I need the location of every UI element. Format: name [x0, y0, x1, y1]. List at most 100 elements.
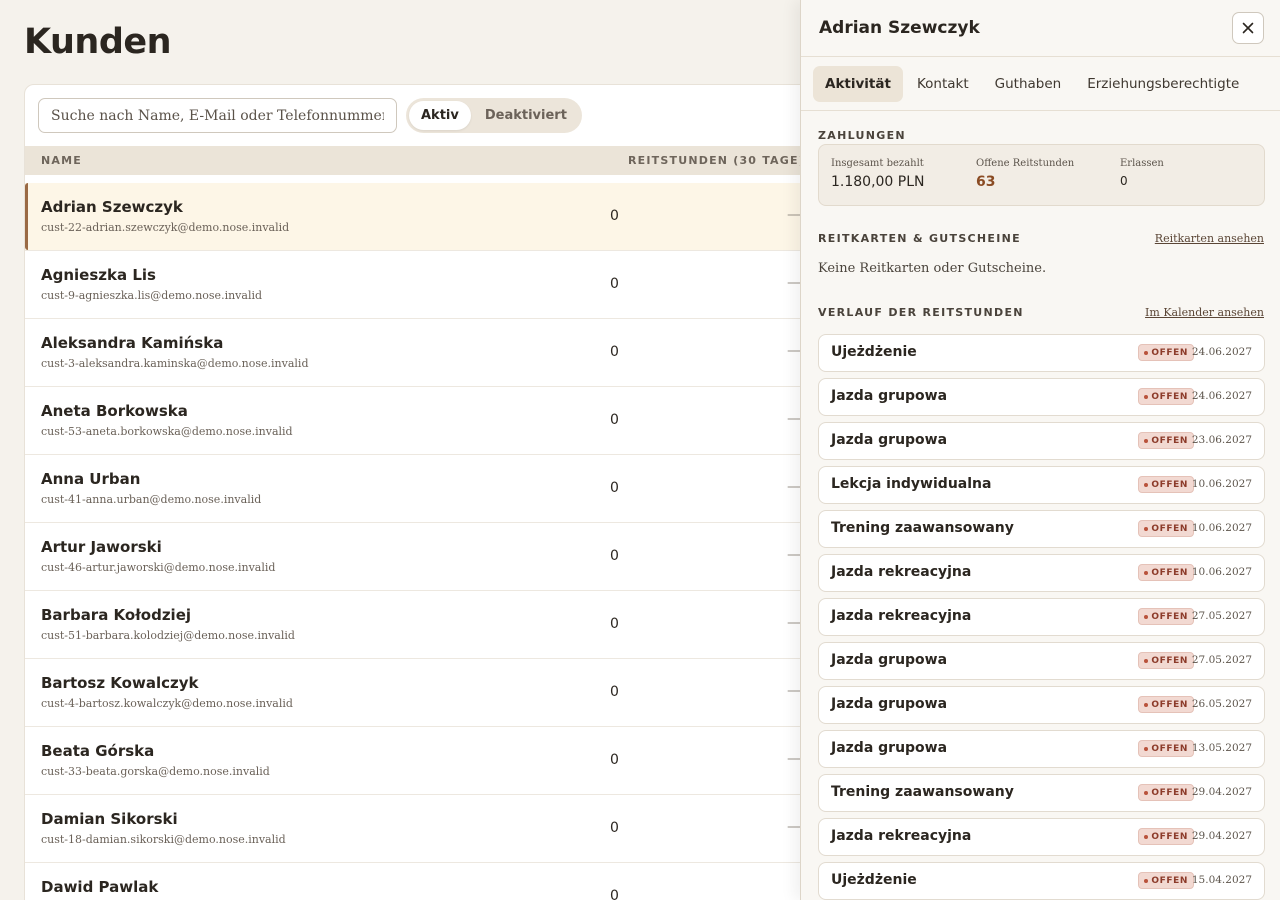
lesson-date: 27.05.2027	[1191, 610, 1252, 622]
customer-detail-drawer: Adrian Szewczyk Aktivität Kontakt Guthab…	[800, 0, 1280, 900]
table-row[interactable]: Bartosz Kowalczyk cust-4-bartosz.kowalczy…	[25, 659, 843, 727]
customer-email: cust-3-aleksandra.kaminska@demo.nose.inv…	[41, 357, 309, 370]
lesson-item[interactable]: Jazda rekreacyjna OFFEN 10.06.2027	[818, 554, 1265, 592]
page-title: Kunden	[24, 22, 172, 62]
close-button[interactable]	[1232, 12, 1264, 44]
lesson-date: 24.06.2027	[1191, 390, 1252, 402]
lesson-count: 0	[610, 276, 619, 292]
status-badge: OFFEN	[1138, 432, 1194, 449]
lesson-item[interactable]: Jazda rekreacyjna OFFEN 27.05.2027	[818, 598, 1265, 636]
customer-email: cust-53-aneta.borkowska@demo.nose.invali…	[41, 425, 293, 438]
status-badge-label: OFFEN	[1151, 523, 1188, 534]
lesson-name: Jazda grupowa	[831, 432, 948, 448]
drawer-title: Adrian Szewczyk	[819, 18, 980, 38]
lesson-item[interactable]: Ujeżdżenie OFFEN 15.04.2027	[818, 862, 1265, 900]
lesson-item[interactable]: Trening zaawansowany OFFEN 10.06.2027	[818, 510, 1265, 548]
status-dot-icon	[1144, 438, 1149, 443]
customer-name: Damian Sikorski	[41, 810, 178, 828]
tab-guardians[interactable]: Erziehungsberechtigte	[1075, 66, 1251, 102]
customer-name: Aleksandra Kamińska	[41, 334, 224, 352]
close-icon	[1242, 19, 1254, 38]
status-badge-label: OFFEN	[1151, 435, 1188, 446]
status-badge: OFFEN	[1138, 344, 1194, 361]
lesson-history-list: Ujeżdżenie OFFEN 24.06.2027 Jazda grupowa OF…	[818, 334, 1265, 900]
customer-name: Dawid Pawlak	[41, 878, 159, 896]
table-row[interactable]: Aleksandra Kamińska cust-3-aleksandra.kam…	[25, 319, 843, 387]
lesson-item[interactable]: Jazda grupowa OFFEN 23.06.2027	[818, 422, 1265, 460]
waived: Erlassen 0	[1120, 158, 1164, 188]
lesson-name: Lekcja indywidualna	[831, 476, 992, 492]
status-filter: Aktiv Deaktiviert	[406, 98, 582, 133]
open-lessons: Offene Reitstunden 63	[976, 158, 1074, 190]
status-badge-label: OFFEN	[1151, 743, 1188, 754]
lesson-item[interactable]: Ujeżdżenie OFFEN 24.06.2027	[818, 334, 1265, 372]
column-header-name[interactable]: NAME	[41, 154, 82, 167]
lesson-name: Trening zaawansowany	[831, 520, 1014, 536]
paid-total-value: 1.180,00 PLN	[831, 174, 925, 190]
status-badge-label: OFFEN	[1151, 655, 1188, 666]
status-dot-icon	[1144, 526, 1149, 531]
lesson-name: Ujeżdżenie	[831, 344, 917, 360]
waived-value: 0	[1120, 174, 1128, 188]
lesson-date: 23.06.2027	[1191, 434, 1252, 446]
lesson-item[interactable]: Jazda grupowa OFFEN 13.05.2027	[818, 730, 1265, 768]
lesson-count: 0	[610, 752, 619, 768]
status-badge-label: OFFEN	[1151, 347, 1188, 358]
view-calendar-link[interactable]: Im Kalender ansehen	[1145, 306, 1264, 319]
customer-name: Anna Urban	[41, 470, 141, 488]
table-row[interactable]: Artur Jaworski cust-46-artur.jaworski@dem…	[25, 523, 843, 591]
lesson-item[interactable]: Jazda grupowa OFFEN 24.06.2027	[818, 378, 1265, 416]
filter-active-button[interactable]: Aktiv	[409, 101, 471, 130]
lesson-name: Ujeżdżenie	[831, 872, 917, 888]
lesson-item[interactable]: Jazda grupowa OFFEN 27.05.2027	[818, 642, 1265, 680]
drawer-tabs: Aktivität Kontakt Guthaben Erziehungsber…	[801, 57, 1280, 111]
status-dot-icon	[1144, 614, 1149, 619]
lesson-name: Jazda grupowa	[831, 740, 948, 756]
status-dot-icon	[1144, 658, 1149, 663]
table-row[interactable]: Beata Górska cust-33-beata.gorska@demo.no…	[25, 727, 843, 795]
status-badge-label: OFFEN	[1151, 391, 1188, 402]
drawer-header: Adrian Szewczyk	[801, 0, 1280, 57]
tab-activity[interactable]: Aktivität	[813, 65, 903, 102]
lesson-name: Jazda rekreacyjna	[831, 828, 972, 844]
lesson-date: 27.05.2027	[1191, 654, 1252, 666]
column-header-lessons[interactable]: REITSTUNDEN (30 TAGE)	[628, 154, 805, 167]
table-row[interactable]: Barbara Kołodziej cust-51-barbara.kolodzi…	[25, 591, 843, 659]
table-row[interactable]: Anna Urban cust-41-anna.urban@demo.nose.i…	[25, 455, 843, 523]
status-badge-label: OFFEN	[1151, 875, 1188, 886]
status-badge-label: OFFEN	[1151, 479, 1188, 490]
row-extra-value: —	[787, 547, 801, 563]
lesson-item[interactable]: Jazda grupowa OFFEN 26.05.2027	[818, 686, 1265, 724]
status-badge: OFFEN	[1138, 828, 1194, 845]
table-row[interactable]: Aneta Borkowska cust-53-aneta.borkowska@d…	[25, 387, 843, 455]
customer-email: cust-4-bartosz.kowalczyk@demo.nose.inval…	[41, 697, 293, 710]
table-row[interactable]: Dawid Pawlak 0	[25, 863, 843, 900]
tab-credit[interactable]: Guthaben	[983, 66, 1074, 102]
status-dot-icon	[1144, 570, 1149, 575]
status-badge: OFFEN	[1138, 740, 1194, 757]
lesson-item[interactable]: Jazda rekreacyjna OFFEN 29.04.2027	[818, 818, 1265, 856]
lesson-item[interactable]: Lekcja indywidualna OFFEN 10.06.2027	[818, 466, 1265, 504]
lesson-item[interactable]: Trening zaawansowany OFFEN 29.04.2027	[818, 774, 1265, 812]
lesson-date: 29.04.2027	[1191, 830, 1252, 842]
tab-contact[interactable]: Kontakt	[905, 66, 981, 102]
table-row[interactable]: Damian Sikorski cust-18-damian.sikorski@d…	[25, 795, 843, 863]
status-badge: OFFEN	[1138, 652, 1194, 669]
row-extra-value: —	[787, 751, 801, 767]
table-row[interactable]: Adrian Szewczyk cust-22-adrian.szewczyk@d…	[25, 183, 843, 251]
lesson-date: 24.06.2027	[1191, 346, 1252, 358]
table-row[interactable]: Agnieszka Lis cust-9-agnieszka.lis@demo.n…	[25, 251, 843, 319]
status-badge-label: OFFEN	[1151, 567, 1188, 578]
customer-email: cust-22-adrian.szewczyk@demo.nose.invali…	[41, 221, 290, 234]
customer-name: Artur Jaworski	[41, 538, 162, 556]
passes-heading: REITKARTEN & GUTSCHEINE	[818, 232, 1021, 245]
search-input[interactable]	[38, 98, 397, 133]
open-lessons-label: Offene Reitstunden	[976, 158, 1075, 169]
lesson-date: 13.05.2027	[1191, 742, 1252, 754]
customer-rows: Adrian Szewczyk cust-22-adrian.szewczyk@d…	[25, 183, 843, 900]
view-passes-link[interactable]: Reitkarten ansehen	[1155, 232, 1264, 245]
lesson-count: 0	[610, 888, 619, 900]
lesson-count: 0	[610, 412, 619, 428]
status-badge-label: OFFEN	[1151, 787, 1188, 798]
filter-inactive-button[interactable]: Deaktiviert	[473, 101, 579, 130]
